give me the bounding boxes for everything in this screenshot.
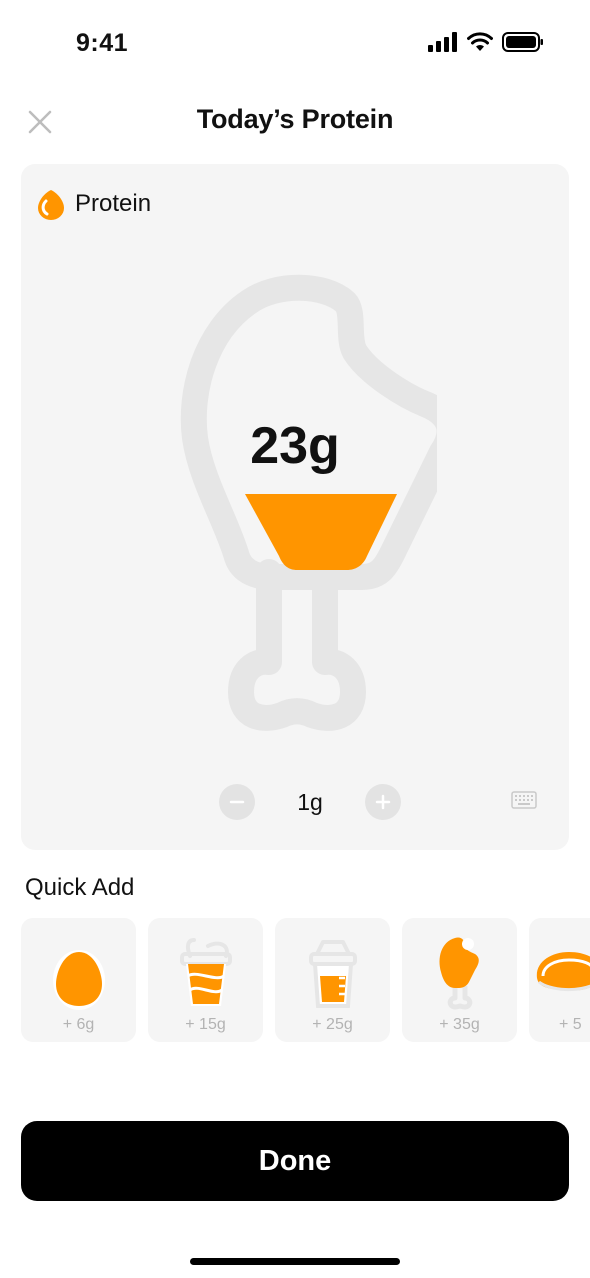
status-icons [428,32,544,52]
status-time: 9:41 [76,29,129,57]
quick-add-track: + 6g + 15g + 25g + 35g + 5 [21,918,590,1042]
quick-add-label: + 25g [312,1016,353,1033]
protein-total: 23g [250,417,340,475]
decrement-button[interactable] [219,784,255,820]
home-indicator [190,1258,400,1265]
quick-add-steak[interactable]: + 5 [529,918,590,1042]
drumstick-fill-graphic [180,274,437,731]
wifi-icon [467,32,493,51]
page-title: Today’s Protein [196,104,394,134]
quick-add-drumstick[interactable]: + 35g [402,918,517,1042]
steak-icon [536,952,590,992]
battery-icon [502,32,543,52]
egg-icon [52,950,105,1010]
quick-add-label: + 5 [559,1016,582,1033]
quick-add-label: + 35g [439,1016,480,1033]
card-title: Protein [75,190,152,217]
quick-add-yogurt[interactable]: + 15g [148,918,263,1042]
nav-bar: Today’s Protein [0,96,590,146]
protein-shake-icon [308,940,357,1008]
quick-add-label: + 15g [185,1016,226,1033]
minus-icon [229,800,245,804]
signal-icon [428,32,457,52]
amount-stepper: 1g [219,784,401,820]
drumstick-icon [439,937,479,1010]
increment-button[interactable] [365,784,401,820]
card-header: Protein [37,188,151,220]
yogurt-cup-icon [179,938,232,1006]
keyboard-icon [511,790,537,809]
done-button[interactable]: Done [21,1121,569,1201]
protein-fill-level [245,494,397,570]
quick-add-label: + 6g [62,1016,95,1033]
keyboard-button[interactable] [509,790,539,812]
status-bar: 9:41 [0,0,590,90]
step-value: 1g [297,788,323,815]
quick-add-title: Quick Add [25,874,135,901]
quick-add-egg[interactable]: + 6g [21,918,136,1042]
protein-drop-icon [38,190,64,220]
plus-icon [375,794,391,810]
quick-add-shake[interactable]: + 25g [275,918,390,1042]
quick-add-row[interactable]: + 6g + 15g + 25g + 35g + 5 [21,918,590,1042]
protein-tracker-card: Protein 23g 1g [21,164,569,850]
